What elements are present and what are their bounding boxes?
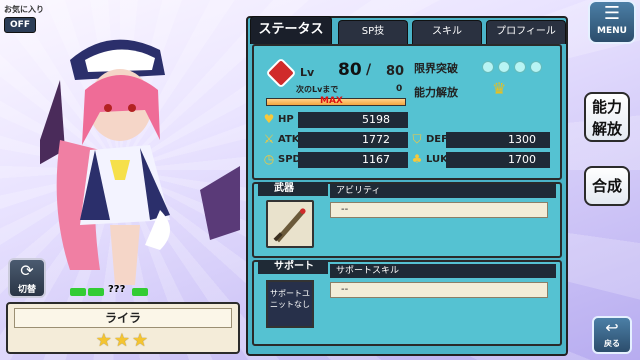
refresh-icon: ⟳ — [20, 261, 34, 280]
weapon-slot[interactable] — [266, 200, 314, 248]
limit-break-dot — [530, 61, 542, 73]
back-label: 戻る — [604, 339, 620, 348]
green-pip — [132, 288, 148, 296]
back-icon: ↩ — [605, 318, 619, 337]
support-slot[interactable]: サポートユニットなし — [266, 280, 314, 328]
next-lv-value: 0 — [396, 84, 403, 94]
weapon-ability-label: アビリティ — [330, 184, 556, 198]
spd-value: 1167 — [298, 152, 408, 168]
tab-bar: ステータス SP技 スキル プロフィール — [246, 16, 576, 44]
green-pip — [70, 288, 86, 296]
character-name: ライラ — [14, 308, 232, 328]
next-lv-label: 次のLvまで — [296, 85, 339, 94]
atk-value: 1772 — [298, 132, 408, 148]
limit-break-label: 限界突破 — [414, 62, 458, 75]
switch-button-label: 切替 — [17, 285, 36, 295]
tab-status[interactable]: ステータス — [250, 16, 332, 44]
level-max: 80 — [386, 64, 405, 79]
character-nameplate: ライラ ★★★ — [6, 302, 240, 354]
sword-icon: ⚔ — [263, 132, 275, 146]
tab-profile[interactable]: プロフィール — [486, 20, 566, 44]
max-label: MAX — [320, 96, 343, 106]
def-label: DEF — [426, 134, 448, 145]
limit-break-dot — [482, 61, 494, 73]
weapon-header: 武器 — [258, 182, 328, 196]
tab-skill[interactable]: スキル — [412, 20, 482, 44]
support-skill-value: -- — [330, 282, 548, 298]
hp-value: 5198 — [298, 112, 408, 128]
rarity-stars: ★★★ — [95, 330, 151, 351]
heart-icon: ♥ — [263, 112, 275, 126]
menu-label: MENU — [597, 26, 627, 36]
ability-unlock-label: 能力解放 — [414, 86, 458, 99]
shield-icon: ⛉ — [412, 132, 422, 146]
limit-break-dot — [514, 61, 526, 73]
limit-break-dot — [498, 61, 510, 73]
atk-label: ATK — [278, 134, 300, 145]
character-portrait — [40, 39, 240, 285]
clover-icon: ♣ — [411, 152, 423, 166]
unknown-indicator: ??? — [70, 284, 160, 298]
unknown-marker: ??? — [108, 284, 126, 295]
switch-button[interactable]: ⟳ 切替 — [8, 258, 46, 298]
luk-label: LUK — [426, 154, 448, 165]
lv-label: Lv — [300, 66, 315, 79]
favorite-label: お気に入り — [4, 5, 44, 14]
def-value: 1300 — [446, 132, 550, 148]
support-header: サポート — [258, 260, 328, 274]
ability-unlock-button[interactable]: 能力解放 — [584, 92, 630, 142]
favorite-toggle[interactable]: OFF — [4, 17, 36, 33]
weapon-ability-value: -- — [330, 202, 548, 218]
menu-button[interactable]: ☰ MENU — [588, 0, 636, 44]
green-pip — [88, 288, 104, 296]
hp-label: HP — [278, 114, 294, 125]
tab-sp-skill[interactable]: SP技 — [338, 20, 408, 44]
menu-icon: ☰ — [603, 3, 621, 24]
luk-value: 1700 — [446, 152, 550, 168]
support-skill-label: サポートスキル — [330, 264, 556, 278]
level-separator: / — [366, 62, 372, 78]
back-button[interactable]: ↩ 戻る — [592, 316, 632, 354]
stopwatch-icon: ◷ — [263, 152, 275, 166]
fuse-button[interactable]: 合成 — [584, 166, 630, 206]
crown-icon: ♛ — [492, 79, 507, 98]
level-value: 80 — [338, 60, 362, 80]
sword-item-icon — [273, 208, 306, 243]
